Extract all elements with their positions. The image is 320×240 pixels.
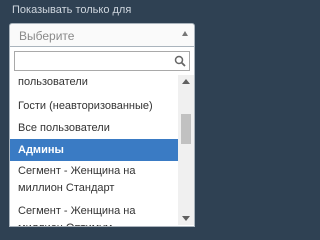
select-placeholder: Выберите	[19, 29, 75, 43]
dropdown-scrollbar[interactable]	[178, 75, 194, 225]
option-all-users[interactable]: Все пользователи	[10, 117, 178, 139]
search-input[interactable]	[15, 52, 173, 70]
option-admins[interactable]: Админы	[10, 139, 178, 161]
option-segment-standard[interactable]: Сегмент - Женщина на миллион Стандарт	[10, 161, 178, 201]
scroll-thumb[interactable]	[181, 114, 191, 144]
select-dropdown: пользователи Гости (неавторизованные) Вс…	[9, 47, 195, 227]
filter-panel: Показывать только для Выберите пользоват…	[0, 0, 206, 238]
option-users[interactable]: пользователи	[10, 75, 178, 95]
options-list: пользователи Гости (неавторизованные) Вс…	[10, 75, 178, 226]
search-field[interactable]	[14, 51, 190, 71]
search-icon	[174, 55, 186, 67]
scroll-up-icon[interactable]	[182, 79, 190, 84]
option-segment-optimum[interactable]: Сегмент - Женщина на миллион Оптимум	[10, 201, 178, 226]
option-guests[interactable]: Гости (неавторизованные)	[10, 95, 178, 117]
scroll-down-icon[interactable]	[182, 216, 190, 221]
chevron-up-icon[interactable]	[182, 31, 188, 36]
role-select[interactable]: Выберите	[9, 23, 195, 47]
filter-label: Показывать только для	[12, 4, 132, 16]
